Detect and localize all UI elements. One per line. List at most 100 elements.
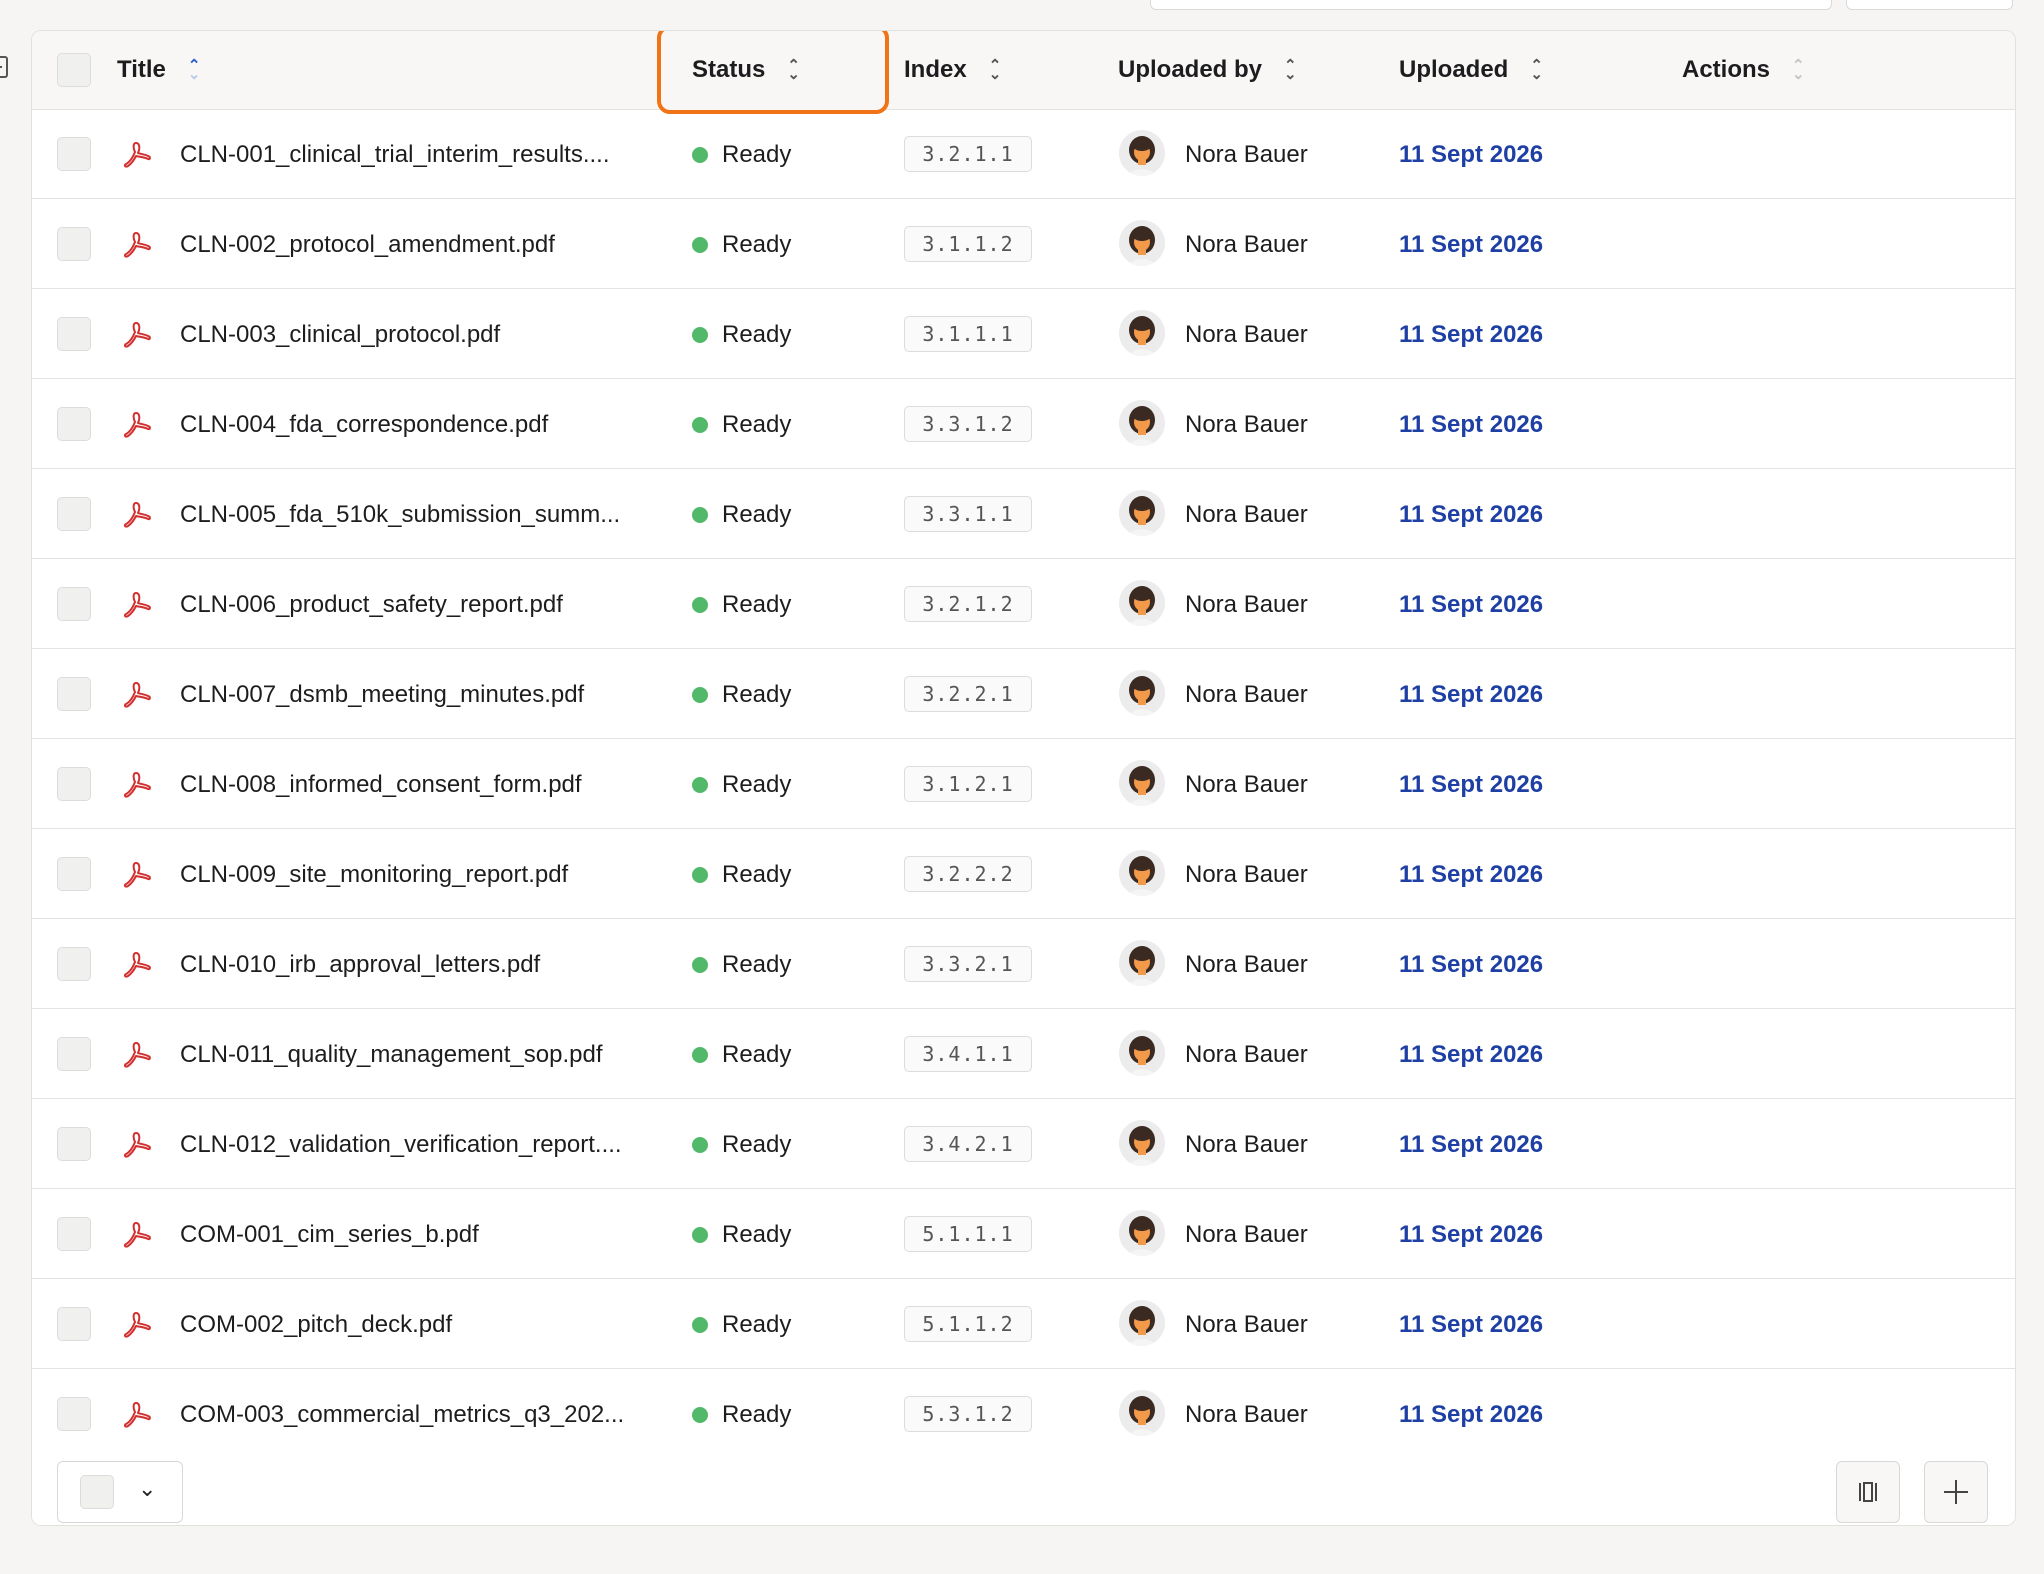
table-row[interactable]: CLN-008_informed_consent_form.pdf Ready 3.… — [32, 740, 2015, 829]
status-label: Ready — [722, 860, 792, 888]
document-title[interactable]: COM-001_cim_series_b.pdf — [180, 1190, 479, 1279]
upload-date-link[interactable]: 11 Sept 2026 — [1399, 920, 1543, 1009]
row-checkbox[interactable] — [57, 497, 91, 531]
sidebar-toggle-icon[interactable] — [0, 56, 8, 78]
top-filter-button[interactable] — [1846, 0, 2013, 10]
row-checkbox[interactable] — [57, 947, 91, 981]
upload-date-link[interactable]: 11 Sept 2026 — [1399, 200, 1543, 289]
status-dot — [692, 596, 708, 613]
table-row[interactable]: CLN-004_fda_correspondence.pdf Ready 3.3.1… — [32, 380, 2015, 469]
status-cell: Ready — [692, 290, 791, 379]
upload-date-link[interactable]: 11 Sept 2026 — [1399, 650, 1543, 739]
column-header-title-label: Title — [117, 56, 166, 83]
table-row[interactable]: CLN-011_quality_management_sop.pdf Ready 3… — [32, 1010, 2015, 1099]
document-title[interactable]: CLN-003_clinical_protocol.pdf — [180, 290, 500, 379]
column-header-uploaded[interactable]: Uploaded ⌃ ⌄ — [1399, 31, 1543, 109]
upload-date-link[interactable]: 11 Sept 2026 — [1399, 1100, 1543, 1189]
sort-icon[interactable]: ⌃ ⌄ — [1530, 58, 1543, 82]
uploader-name: Nora Bauer — [1185, 320, 1308, 348]
pdf-icon — [122, 590, 152, 620]
sort-icon[interactable]: ⌃ ⌄ — [1284, 58, 1297, 82]
table-row[interactable]: COM-002_pitch_deck.pdf Ready 5.1.1.2 Nora B… — [32, 1280, 2015, 1369]
document-title[interactable]: CLN-006_product_safety_report.pdf — [180, 560, 563, 649]
column-header-index[interactable]: Index ⌃ ⌄ — [904, 31, 1001, 109]
pdf-icon — [122, 1310, 152, 1340]
add-column-button[interactable] — [1924, 1461, 1988, 1523]
upload-date-link[interactable]: 11 Sept 2026 — [1399, 1280, 1543, 1369]
top-input-field[interactable] — [1150, 0, 1832, 10]
avatar — [1119, 400, 1165, 446]
row-checkbox[interactable] — [57, 317, 91, 351]
uploader-name: Nora Bauer — [1185, 1310, 1308, 1338]
upload-date-link[interactable]: 11 Sept 2026 — [1399, 560, 1543, 649]
pdf-icon — [122, 230, 152, 260]
row-checkbox[interactable] — [57, 1037, 91, 1071]
upload-date-link[interactable]: 11 Sept 2026 — [1399, 380, 1543, 469]
index-badge: 3.2.1.2 — [904, 586, 1032, 622]
row-checkbox[interactable] — [57, 1127, 91, 1161]
upload-date-link[interactable]: 11 Sept 2026 — [1399, 1010, 1543, 1099]
upload-date-link[interactable]: 11 Sept 2026 — [1399, 830, 1543, 919]
upload-date-link[interactable]: 11 Sept 2026 — [1399, 290, 1543, 379]
sort-icon[interactable]: ⌃ ⌄ — [989, 58, 1002, 82]
index-badge: 5.1.1.1 — [904, 1216, 1032, 1252]
table-row[interactable]: CLN-010_irb_approval_letters.pdf Ready 3.3… — [32, 920, 2015, 1009]
row-checkbox[interactable] — [57, 407, 91, 441]
table-row[interactable]: CLN-003_clinical_protocol.pdf Ready 3.1.1.… — [32, 290, 2015, 379]
status-label: Ready — [722, 230, 792, 258]
document-title[interactable]: CLN-001_clinical_trial_interim_results..… — [180, 110, 610, 199]
table-row[interactable]: CLN-012_validation_verification_report..… — [32, 1100, 2015, 1189]
row-checkbox[interactable] — [57, 1217, 91, 1251]
row-checkbox[interactable] — [57, 767, 91, 801]
row-checkbox[interactable] — [57, 227, 91, 261]
upload-date-link[interactable]: 11 Sept 2026 — [1399, 1190, 1543, 1279]
document-title[interactable]: CLN-005_fda_510k_submission_summ... — [180, 470, 620, 559]
status-dot — [692, 506, 708, 523]
document-title[interactable]: CLN-010_irb_approval_letters.pdf — [180, 920, 540, 1009]
document-title[interactable]: COM-003_commercial_metrics_q3_202... — [180, 1370, 624, 1455]
status-dot — [692, 686, 708, 703]
status-label: Ready — [722, 590, 792, 618]
table-row[interactable]: CLN-007_dsmb_meeting_minutes.pdf Ready 3.2… — [32, 650, 2015, 739]
document-title[interactable]: CLN-008_informed_consent_form.pdf — [180, 740, 582, 829]
index-badge: 3.3.2.1 — [904, 946, 1032, 982]
sort-icon[interactable]: ⌃ ⌄ — [787, 58, 800, 82]
upload-date-link[interactable]: 11 Sept 2026 — [1399, 470, 1543, 559]
upload-date-link[interactable]: 11 Sept 2026 — [1399, 110, 1543, 199]
document-title[interactable]: CLN-004_fda_correspondence.pdf — [180, 380, 548, 469]
upload-date-link[interactable]: 11 Sept 2026 — [1399, 1370, 1543, 1455]
row-checkbox[interactable] — [57, 137, 91, 171]
column-header-status[interactable]: Status ⌃ ⌄ — [692, 31, 800, 109]
table-row[interactable]: COM-003_commercial_metrics_q3_202... Read… — [32, 1370, 2015, 1455]
columns-button[interactable] — [1836, 1461, 1900, 1523]
avatar — [1119, 490, 1165, 536]
table-row[interactable]: COM-001_cim_series_b.pdf Ready 5.1.1.1 Nora… — [32, 1190, 2015, 1279]
column-header-title[interactable]: Title ⌃ ⌄ — [117, 31, 200, 109]
row-checkbox[interactable] — [57, 587, 91, 621]
row-checkbox[interactable] — [57, 1307, 91, 1341]
table-row[interactable]: CLN-005_fda_510k_submission_summ... Ready… — [32, 470, 2015, 559]
document-title[interactable]: CLN-007_dsmb_meeting_minutes.pdf — [180, 650, 584, 739]
table-row[interactable]: CLN-001_clinical_trial_interim_results..… — [32, 110, 2015, 199]
table-row[interactable]: CLN-006_product_safety_report.pdf Ready 3.… — [32, 560, 2015, 649]
row-checkbox[interactable] — [57, 857, 91, 891]
document-title[interactable]: COM-002_pitch_deck.pdf — [180, 1280, 452, 1369]
status-dot — [692, 236, 708, 253]
bulk-select-dropdown[interactable]: ⌄ — [57, 1461, 183, 1523]
select-all-checkbox[interactable] — [57, 53, 91, 87]
sort-icon[interactable]: ⌃ ⌄ — [188, 58, 201, 82]
document-title[interactable]: CLN-011_quality_management_sop.pdf — [180, 1010, 603, 1099]
bulk-select-checkbox[interactable] — [80, 1475, 114, 1509]
document-title[interactable]: CLN-002_protocol_amendment.pdf — [180, 200, 555, 289]
status-cell: Ready — [692, 1190, 791, 1279]
table-row[interactable]: CLN-009_site_monitoring_report.pdf Ready 3… — [32, 830, 2015, 919]
document-title[interactable]: CLN-009_site_monitoring_report.pdf — [180, 830, 568, 919]
row-checkbox[interactable] — [57, 677, 91, 711]
table-row[interactable]: CLN-002_protocol_amendment.pdf Ready 3.1.1… — [32, 200, 2015, 289]
row-checkbox[interactable] — [57, 1397, 91, 1431]
column-header-uploaded-by[interactable]: Uploaded by ⌃ ⌄ — [1118, 31, 1297, 109]
upload-date-link[interactable]: 11 Sept 2026 — [1399, 740, 1543, 829]
status-label: Ready — [722, 1040, 792, 1068]
uploader-name: Nora Bauer — [1185, 590, 1308, 618]
document-title[interactable]: CLN-012_validation_verification_report..… — [180, 1100, 622, 1189]
